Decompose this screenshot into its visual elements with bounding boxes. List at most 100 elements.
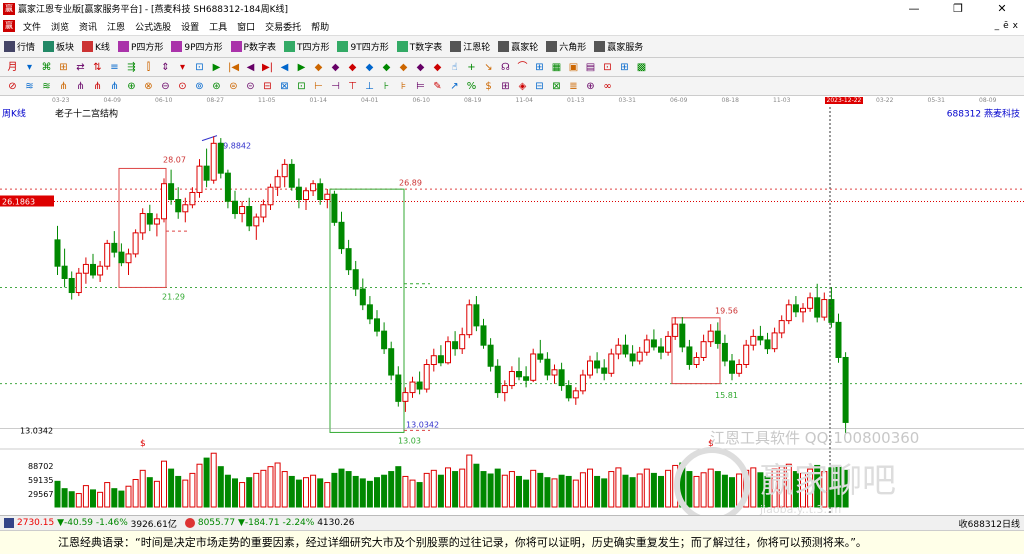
row2-tool-icon-2[interactable]: ≋ — [39, 79, 54, 94]
row2-tool-icon-23[interactable]: ⊧ — [396, 79, 411, 94]
row2-tool-icon-28[interactable]: $ — [481, 79, 496, 94]
toolbar-button-3[interactable]: P四方形 — [114, 40, 167, 53]
row2-tool-icon-3[interactable]: ⋔ — [56, 79, 71, 94]
toolbar-button-12[interactable]: 赢家服务 — [590, 40, 647, 53]
row2-tool-icon-27[interactable]: % — [464, 79, 479, 94]
row1-tool-icon-37[interactable]: ▩ — [634, 60, 649, 75]
toolbar-button-4[interactable]: 9P四方形 — [167, 40, 226, 53]
row2-tool-icon-13[interactable]: ⊜ — [226, 79, 241, 94]
row2-tool-icon-32[interactable]: ⊠ — [549, 79, 564, 94]
row2-tool-icon-24[interactable]: ⊨ — [413, 79, 428, 94]
row1-tool-icon-33[interactable]: ▣ — [566, 60, 581, 75]
minimize-button[interactable]: — — [892, 0, 936, 17]
row2-tool-icon-34[interactable]: ⊕ — [583, 79, 598, 94]
row1-tool-icon-29[interactable]: ☊ — [498, 60, 513, 75]
row1-tool-icon-9[interactable]: ⇕ — [158, 60, 173, 75]
mdi-close-button[interactable]: x — [1013, 21, 1018, 31]
kline-chart[interactable]: 周K线 老子十二宫结构 688312 燕麦科技 26.1863 29.8842 28.07… — [0, 107, 1024, 523]
row1-tool-icon-14[interactable]: ◀ — [243, 60, 258, 75]
row2-tool-icon-26[interactable]: ↗ — [447, 79, 462, 94]
row2-tool-icon-15[interactable]: ⊟ — [260, 79, 275, 94]
menu-formula[interactable]: 公式选股 — [130, 20, 176, 33]
row1-tool-icon-5[interactable]: ⇅ — [90, 60, 105, 75]
menu-info[interactable]: 资讯 — [74, 20, 102, 33]
mdi-minimize-button[interactable]: _ — [995, 21, 1000, 31]
row1-tool-icon-0[interactable]: 月 — [5, 60, 20, 75]
toolbar-button-2[interactable]: K线 — [78, 40, 114, 53]
row2-tool-icon-10[interactable]: ⊙ — [175, 79, 190, 94]
row2-tool-icon-18[interactable]: ⊢ — [311, 79, 326, 94]
row1-tool-icon-31[interactable]: ⊞ — [532, 60, 547, 75]
toolbar-button-0[interactable]: 行情 — [0, 40, 39, 53]
row1-tool-icon-3[interactable]: ⊞ — [56, 60, 71, 75]
row1-tool-icon-7[interactable]: ⇶ — [124, 60, 139, 75]
toolbar-button-8[interactable]: T数字表 — [393, 40, 447, 53]
row2-tool-icon-30[interactable]: ◈ — [515, 79, 530, 94]
index1-item[interactable]: 2730.15 ▼-40.59 -1.46% 3926.61亿 — [0, 517, 181, 530]
toolbar-button-10[interactable]: 赢家轮 — [494, 40, 542, 53]
index2-item[interactable]: 8055.77 ▼-184.71 -2.24% 4130.26 — [181, 518, 359, 528]
row2-tool-icon-9[interactable]: ⊖ — [158, 79, 173, 94]
row1-tool-icon-18[interactable]: ◆ — [311, 60, 326, 75]
row1-tool-icon-26[interactable]: ☝ — [447, 60, 462, 75]
row2-tool-icon-17[interactable]: ⊡ — [294, 79, 309, 94]
row2-tool-icon-20[interactable]: ⊤ — [345, 79, 360, 94]
row1-tool-icon-2[interactable]: ⌘ — [39, 60, 54, 75]
row2-tool-icon-7[interactable]: ⊕ — [124, 79, 139, 94]
row2-tool-icon-25[interactable]: ✎ — [430, 79, 445, 94]
row1-tool-icon-19[interactable]: ◆ — [328, 60, 343, 75]
row1-tool-icon-30[interactable]: ⌒ — [515, 60, 530, 75]
toolbar-button-9[interactable]: 江恩轮 — [446, 40, 494, 53]
row1-tool-icon-16[interactable]: ◀ — [277, 60, 292, 75]
row2-tool-icon-5[interactable]: ⋔ — [90, 79, 105, 94]
row1-tool-icon-36[interactable]: ⊞ — [617, 60, 632, 75]
row2-tool-icon-21[interactable]: ⊥ — [362, 79, 377, 94]
menu-file[interactable]: 文件 — [18, 20, 46, 33]
row1-tool-icon-23[interactable]: ◆ — [396, 60, 411, 75]
toolbar-button-1[interactable]: 板块 — [39, 40, 78, 53]
chart-svg[interactable]: 周K线 老子十二宫结构 688312 燕麦科技26.186329.884228.07… — [0, 107, 1024, 523]
toolbar-button-11[interactable]: 六角形 — [542, 40, 590, 53]
row2-tool-icon-6[interactable]: ⋔ — [107, 79, 122, 94]
row2-tool-icon-33[interactable]: ≣ — [566, 79, 581, 94]
row2-tool-icon-11[interactable]: ⊚ — [192, 79, 207, 94]
row2-tool-icon-1[interactable]: ≋ — [22, 79, 37, 94]
row2-tool-icon-12[interactable]: ⊛ — [209, 79, 224, 94]
toolbar-button-5[interactable]: P数字表 — [227, 40, 280, 53]
row1-tool-icon-21[interactable]: ◆ — [362, 60, 377, 75]
row1-tool-icon-27[interactable]: + — [464, 60, 479, 75]
row1-tool-icon-32[interactable]: ▦ — [549, 60, 564, 75]
row1-tool-icon-10[interactable]: ▾ — [175, 60, 190, 75]
mdi-restore-button[interactable]: ē — [1003, 21, 1009, 31]
row2-tool-icon-8[interactable]: ⊗ — [141, 79, 156, 94]
row2-tool-icon-35[interactable]: ∞ — [600, 79, 615, 94]
row2-tool-icon-29[interactable]: ⊞ — [498, 79, 513, 94]
row1-tool-icon-13[interactable]: |◀ — [226, 60, 241, 75]
menu-trade[interactable]: 交易委托 — [260, 20, 306, 33]
menu-tools[interactable]: 工具 — [204, 20, 232, 33]
row1-tool-icon-24[interactable]: ◆ — [413, 60, 428, 75]
row1-tool-icon-25[interactable]: ◆ — [430, 60, 445, 75]
row1-tool-icon-22[interactable]: ◆ — [379, 60, 394, 75]
row2-tool-icon-4[interactable]: ⋔ — [73, 79, 88, 94]
menu-browse[interactable]: 浏览 — [46, 20, 74, 33]
row1-tool-icon-35[interactable]: ⊡ — [600, 60, 615, 75]
row1-tool-icon-12[interactable]: ▶ — [209, 60, 224, 75]
row2-tool-icon-22[interactable]: ⊦ — [379, 79, 394, 94]
maximize-button[interactable]: ❐ — [936, 0, 980, 17]
row1-tool-icon-8[interactable]: ⫿ — [141, 60, 156, 75]
row1-tool-icon-15[interactable]: ▶| — [260, 60, 275, 75]
row1-tool-icon-17[interactable]: ▶ — [294, 60, 309, 75]
row2-tool-icon-16[interactable]: ⊠ — [277, 79, 292, 94]
toolbar-button-6[interactable]: T四方形 — [280, 40, 334, 53]
row1-tool-icon-11[interactable]: ⊡ — [192, 60, 207, 75]
menu-gann[interactable]: 江恩 — [102, 20, 130, 33]
menu-settings[interactable]: 设置 — [176, 20, 204, 33]
toolbar-button-7[interactable]: 9T四方形 — [333, 40, 392, 53]
row2-tool-icon-19[interactable]: ⊣ — [328, 79, 343, 94]
row2-tool-icon-0[interactable]: ⊘ — [5, 79, 20, 94]
row2-tool-icon-14[interactable]: ⊝ — [243, 79, 258, 94]
row1-tool-icon-34[interactable]: ▤ — [583, 60, 598, 75]
menu-window[interactable]: 窗口 — [232, 20, 260, 33]
row1-tool-icon-1[interactable]: ▾ — [22, 60, 37, 75]
